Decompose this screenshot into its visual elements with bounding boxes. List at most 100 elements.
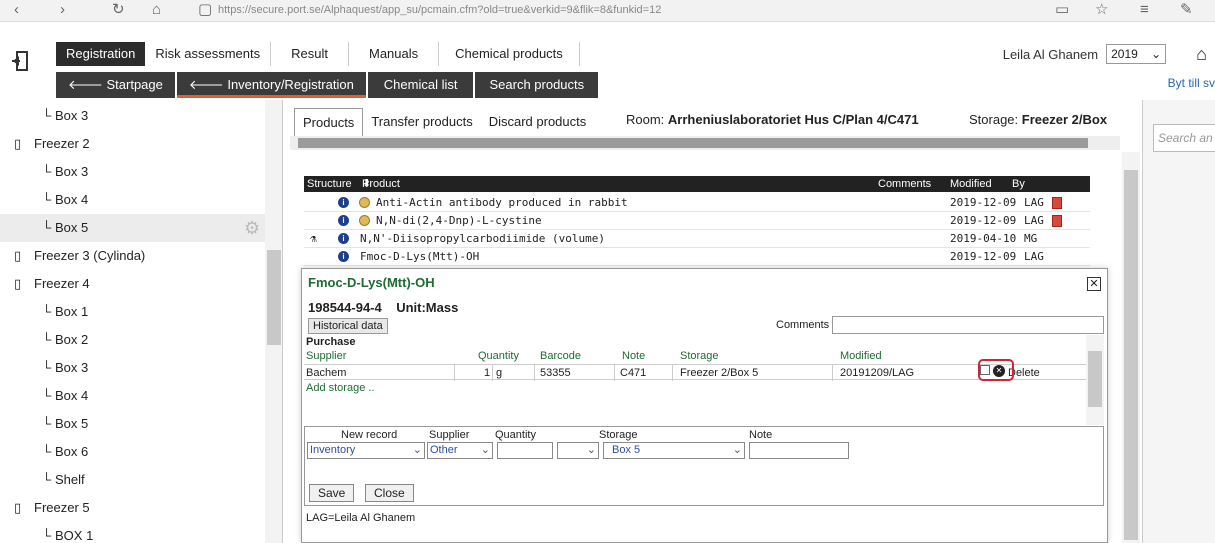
modified-by: LAG <box>1024 250 1044 263</box>
column-by[interactable]: By <box>1012 176 1025 192</box>
tree-node-box[interactable]: └ Box 3 <box>0 354 265 382</box>
tree-node-box[interactable]: └ Shelf <box>0 466 265 494</box>
info-icon[interactable]: i <box>338 251 349 262</box>
tree-node-box[interactable]: └ Box 2 <box>0 326 265 354</box>
tree-node-freezer[interactable]: ▯ Freezer 3 (Cylinda) <box>0 242 265 270</box>
tree-node-freezer[interactable]: ▯ Freezer 4 <box>0 270 265 298</box>
product-name[interactable]: Fmoc-D-Lys(Mtt)-OH <box>360 248 479 266</box>
browser-toolbar: ‹ › ↻ ⌂ ▢ https://secure.port.se/Alphaqu… <box>0 0 1215 22</box>
close-icon[interactable]: ✕ <box>1087 277 1101 291</box>
tree-node-label: Box 5 <box>55 416 89 431</box>
close-button[interactable]: Close <box>365 484 414 502</box>
storage-select[interactable]: Box 5 ⌄ <box>603 442 745 459</box>
tab-chemical-products[interactable]: Chemical products <box>439 42 580 66</box>
tree-branch-icon: └ <box>42 472 52 487</box>
column-storage: Storage <box>680 350 719 362</box>
column-comments[interactable]: Comments <box>878 176 931 192</box>
arrow-left-icon: 🡐 <box>68 77 107 92</box>
table-row[interactable]: i N,N-di(2,4-Dnp)-L-cystine 2019-12-09 LAG <box>304 212 1090 230</box>
add-storage-link[interactable]: Add storage .. <box>306 382 375 394</box>
favorite-icon[interactable]: ☆ <box>1095 0 1108 20</box>
quantity-value: 1 <box>484 367 491 379</box>
tree-branch-icon: └ <box>42 192 52 207</box>
note-input[interactable] <box>749 442 849 459</box>
product-name[interactable]: N,N-di(2,4-Dnp)-L-cystine <box>376 212 542 230</box>
tree-node-freezer[interactable]: ▯ Freezer 5 <box>0 494 265 522</box>
tab-registration[interactable]: Registration <box>56 42 146 66</box>
column-modified[interactable]: Modified <box>950 176 992 192</box>
tree-node-box[interactable]: └ Box 5 <box>0 410 265 438</box>
tree-node-box[interactable]: └ Box 4 <box>0 186 265 214</box>
folder-icon: ▯ <box>14 276 22 291</box>
tab-result[interactable]: Result <box>271 42 349 66</box>
unit-select[interactable]: ⌄ <box>557 442 599 459</box>
forward-icon[interactable]: › <box>60 0 65 20</box>
sidebar-scroll-thumb[interactable] <box>267 250 281 345</box>
info-icon[interactable]: i <box>338 233 349 244</box>
popup-vertical-scroll-thumb[interactable] <box>1088 351 1102 407</box>
record-type-select[interactable]: Inventory ⌄ <box>307 442 425 459</box>
tab-transfer-products[interactable]: Transfer products <box>363 108 480 136</box>
favorites-list-icon[interactable]: ≡ <box>1140 0 1149 20</box>
tree-node-box[interactable]: └ Box 6 <box>0 438 265 466</box>
refresh-icon[interactable]: ↻ <box>112 0 125 20</box>
tree-node-box[interactable]: └ Box 5 <box>0 214 265 242</box>
pen-icon[interactable]: ✎ <box>1180 0 1193 20</box>
year-select[interactable]: 2019 ⌄ <box>1106 44 1167 64</box>
tree-node-label: Box 5 <box>55 220 89 235</box>
sub-menu: 🡐 Startpage 🡐 Inventory/Registration Che… <box>56 72 600 98</box>
chevron-down-icon: ⌄ <box>732 444 742 456</box>
structure-icon: ⚗ <box>310 232 317 245</box>
folder-icon: ▯ <box>14 248 22 263</box>
logout-button[interactable] <box>0 22 40 100</box>
tab-search-products[interactable]: Search products <box>475 72 599 98</box>
chevron-down-icon: ⌄ <box>412 444 422 456</box>
table-row[interactable]: i Fmoc-D-Lys(Mtt)-OH 2019-12-09 LAG <box>304 248 1090 266</box>
switch-language-link[interactable]: Byt till sv <box>1168 76 1215 90</box>
tree-node-box[interactable]: └ Box 3 <box>0 102 265 130</box>
product-name[interactable]: Anti-Actin antibody produced in rabbit <box>376 194 628 212</box>
save-button[interactable]: Save <box>309 484 355 502</box>
tab-products[interactable]: Products <box>294 108 364 136</box>
tab-chemical-list[interactable]: Chemical list <box>367 72 474 98</box>
search-input[interactable]: Search an <box>1153 124 1215 152</box>
tab-discard-products[interactable]: Discard products <box>481 108 595 136</box>
tree-node-box[interactable]: └ Box 4 <box>0 382 265 410</box>
cas-number: 198544-94-4 Unit:Mass <box>308 300 459 315</box>
home-icon[interactable]: ⌂ <box>1196 44 1207 65</box>
column-structure[interactable]: Structure <box>307 176 352 192</box>
room-label: Room: Arrheniuslaboratoriet Hus C/Plan 4… <box>626 112 919 127</box>
product-name[interactable]: N,N'-Diisopropylcarbodiimide (volume) <box>360 230 605 248</box>
comments-input[interactable] <box>832 316 1104 334</box>
home-browser-icon[interactable]: ⌂ <box>152 0 161 20</box>
info-icon[interactable]: i <box>338 197 349 208</box>
historical-data-button[interactable]: Historical data <box>308 318 388 334</box>
barcode-value: 53355 <box>540 367 571 379</box>
table-row[interactable]: i Anti-Actin antibody produced in rabbit 2… <box>304 194 1090 212</box>
column-supplier: Supplier <box>306 350 347 362</box>
modified-by: LAG <box>1024 214 1044 227</box>
back-icon[interactable]: ‹ <box>14 0 19 20</box>
tab-startpage[interactable]: 🡐 Startpage <box>56 72 175 98</box>
pdf-icon[interactable] <box>1052 215 1062 227</box>
tab-manuals[interactable]: Manuals <box>348 42 440 66</box>
gear-icon[interactable]: ⚙ <box>244 218 260 239</box>
tab-inventory-registration[interactable]: 🡐 Inventory/Registration <box>176 72 366 98</box>
tree-node-box[interactable]: └ BOX 1 <box>0 522 265 543</box>
supplier-select[interactable]: Other ⌄ <box>427 442 493 459</box>
pdf-icon[interactable] <box>1052 197 1062 209</box>
main-vertical-scroll-thumb[interactable] <box>1124 170 1138 540</box>
new-record-form: New record Supplier Quantity Storage Not… <box>304 426 1104 506</box>
tree-node-box[interactable]: └ Box 1 <box>0 298 265 326</box>
quantity-input[interactable] <box>497 442 553 459</box>
tree-branch-icon: └ <box>42 108 52 123</box>
tab-risk-assessments[interactable]: Risk assessments <box>145 42 272 66</box>
address-bar[interactable]: https://secure.port.se/Alphaquest/app_su… <box>218 2 661 18</box>
table-row[interactable]: ⚗ i N,N'-Diisopropylcarbodiimide (volume) 2… <box>304 230 1090 248</box>
new-supplier-label: Supplier <box>429 429 470 441</box>
tree-node-box[interactable]: └ Box 3 <box>0 158 265 186</box>
reading-view-icon[interactable]: ▭ <box>1055 0 1069 20</box>
tree-node-freezer[interactable]: ▯ Freezer 2 <box>0 130 265 158</box>
info-icon[interactable]: i <box>338 215 349 226</box>
horizontal-scroll-thumb[interactable] <box>298 138 1088 148</box>
